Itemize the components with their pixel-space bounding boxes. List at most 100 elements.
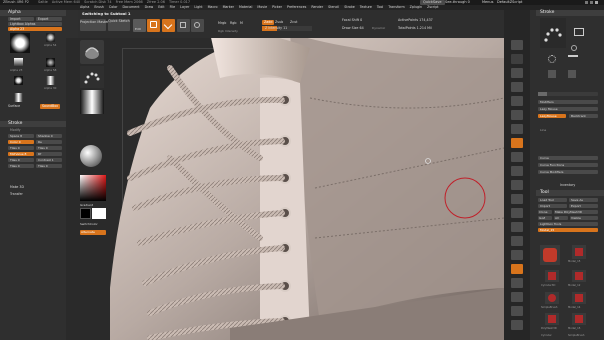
stroke-cell[interactable]: Re <box>36 140 62 144</box>
stroke-preview[interactable] <box>540 18 566 48</box>
make3d-button[interactable]: Make 3D <box>10 185 24 190</box>
lightbox-tools-button[interactable]: Lightbox Tools <box>538 222 598 226</box>
alpha-export-button[interactable]: Export <box>36 17 62 21</box>
material-icon[interactable] <box>80 145 102 167</box>
tool-thumb[interactable] <box>545 270 559 282</box>
zoom-icon[interactable] <box>511 82 523 92</box>
texture-icon[interactable] <box>80 118 104 142</box>
scroll-icon[interactable] <box>511 68 523 78</box>
tool-import-button[interactable]: Import <box>538 204 567 208</box>
maximize-icon[interactable] <box>590 1 593 4</box>
scale-view-icon[interactable] <box>511 222 523 232</box>
quick-sketch-button[interactable]: Quick Sketch <box>108 19 130 31</box>
alpha-thumb[interactable] <box>46 33 55 42</box>
draw-button[interactable] <box>147 19 160 32</box>
solo-icon[interactable] <box>511 306 523 316</box>
zcut-button[interactable]: Zcut <box>290 20 297 25</box>
switch-color-label[interactable]: SwitchColor <box>80 222 98 227</box>
brush-icon[interactable] <box>80 40 104 64</box>
focal-shift-slider[interactable]: Focal Shift 0 <box>342 18 362 23</box>
stroke-type-icon[interactable] <box>568 70 576 78</box>
stroke-panel-title[interactable]: Stroke <box>540 10 554 15</box>
lightbox-alphas-button[interactable]: Lightbox Alphas <box>8 22 62 26</box>
spix-icon[interactable] <box>511 54 523 64</box>
tool-export-button[interactable]: Export <box>569 204 598 208</box>
tool-thumb[interactable] <box>572 292 586 304</box>
move-view-icon[interactable] <box>511 208 523 218</box>
visible-button[interactable]: Visible <box>570 216 598 220</box>
save-as-button[interactable]: Save As <box>569 198 598 202</box>
rgb-button[interactable]: Rgb <box>230 21 236 26</box>
projection-master-button[interactable]: Projection Master <box>80 19 109 31</box>
polyf-icon[interactable] <box>511 264 523 274</box>
mouse-avg-slider[interactable] <box>538 92 598 96</box>
local-icon[interactable] <box>511 152 523 162</box>
inventory-label[interactable]: Inventory <box>560 183 575 188</box>
alpha-thumb[interactable] <box>46 76 55 85</box>
z-intensity-slider[interactable]: Z Intensity 11 <box>262 26 312 31</box>
linefill-icon[interactable] <box>511 250 523 260</box>
alternate-button[interactable]: Alternate <box>80 230 106 235</box>
scale-button[interactable] <box>177 19 190 32</box>
stroke-cell[interactable]: Rf <box>36 152 62 156</box>
surface-button[interactable]: Surface <box>8 104 20 109</box>
curve-functions-button[interactable]: Curve Functions <box>538 163 598 167</box>
load-tool-button[interactable]: Load Tool <box>538 198 567 202</box>
tool-thumb[interactable] <box>572 313 586 325</box>
stroke-cell[interactable]: MidValue 8 <box>8 152 34 156</box>
alpha-header[interactable]: Alpha <box>8 10 21 15</box>
dynamic-icon[interactable] <box>511 292 523 302</box>
stroke-cell[interactable]: Space 8 <box>8 134 34 138</box>
lazy-mouse-button[interactable]: Lazy Mouse <box>538 107 598 111</box>
tool-thumb[interactable] <box>545 313 559 325</box>
secondary-color-swatch[interactable] <box>92 208 106 219</box>
minimize-icon[interactable] <box>585 1 588 4</box>
alpha-thumb[interactable] <box>14 93 23 102</box>
stroke-cell[interactable]: Tiles 0 <box>36 164 62 168</box>
soundbox-button[interactable]: SoundBox <box>40 104 60 109</box>
backtrack-button[interactable]: Backtrack <box>569 114 598 118</box>
xpose-icon[interactable] <box>511 320 523 330</box>
stroke-type-icon[interactable] <box>548 55 556 63</box>
mrgb-button[interactable]: Mrgb <box>218 21 226 26</box>
all-button[interactable]: All <box>554 216 568 220</box>
stroke-cell[interactable]: Color 0 <box>8 140 34 144</box>
dynamic-button[interactable]: Dynamic <box>372 26 385 31</box>
alpha-thumb[interactable] <box>14 58 23 67</box>
tool-thumb[interactable] <box>572 270 586 282</box>
tool-thumb[interactable] <box>545 292 559 304</box>
tool-panel-title[interactable]: Tool <box>540 190 549 195</box>
stroke-cell[interactable]: Tiles 0 <box>8 158 34 162</box>
stroke-cell[interactable]: Tiles 0 <box>8 146 34 150</box>
alpha-thumb-main[interactable] <box>10 33 30 53</box>
transp-icon[interactable] <box>511 278 523 288</box>
stroke-type-icon[interactable] <box>574 28 584 36</box>
stroke-header[interactable]: Stroke <box>8 121 22 126</box>
draw-size-slider[interactable]: Draw Size 64 <box>342 26 364 31</box>
alpha-import-button[interactable]: Import <box>8 17 34 21</box>
stroke-icon[interactable] <box>80 66 104 88</box>
frame-icon[interactable] <box>511 194 523 204</box>
xyz-icon[interactable] <box>511 180 523 190</box>
clone-button[interactable]: Clone <box>538 210 552 214</box>
stroke-cell[interactable]: Tiles 0 <box>36 146 62 150</box>
rotate-view-icon[interactable] <box>511 236 523 246</box>
persp-icon[interactable] <box>511 124 523 134</box>
stroke-type-icon[interactable] <box>548 70 556 78</box>
close-icon[interactable] <box>595 1 598 4</box>
edit-button[interactable]: Edit <box>133 19 146 32</box>
tool-slider[interactable]: Model_15 <box>538 228 598 232</box>
color-picker[interactable] <box>80 175 106 201</box>
transfer-button[interactable]: Transfer <box>10 192 23 197</box>
tool-thumb[interactable] <box>540 245 560 265</box>
zsub-button[interactable]: Zsub <box>275 20 283 25</box>
rgb-intensity-slider[interactable]: Rgb Intensity <box>218 29 238 34</box>
move-button[interactable] <box>162 19 175 32</box>
stroke-cell[interactable]: Shadow 0 <box>36 134 62 138</box>
alpha-slider[interactable]: Alpha 23 <box>8 27 62 31</box>
curve-button[interactable]: Curve <box>538 156 598 160</box>
main-color-swatch[interactable] <box>80 208 91 219</box>
make-polymesh-button[interactable]: Make PolyMesh3D <box>554 210 598 214</box>
zadd-button[interactable]: Zadd <box>262 20 275 25</box>
modifiers-button[interactable]: Modifiers <box>538 100 598 104</box>
